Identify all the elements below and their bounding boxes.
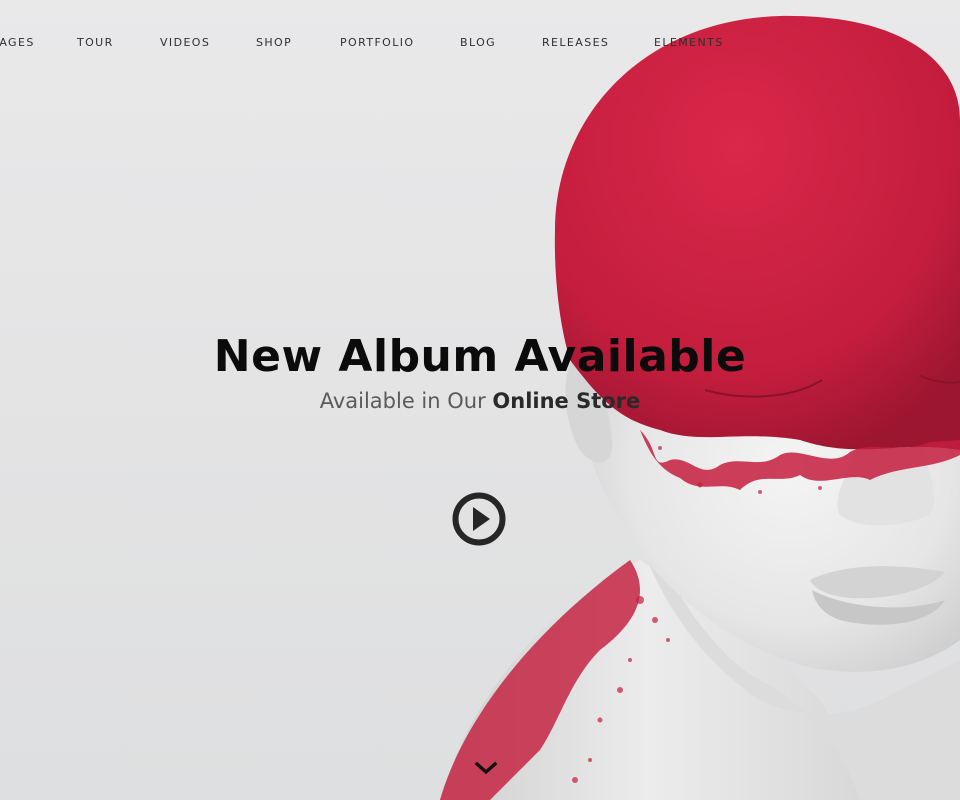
nav-item-videos[interactable]: VIDEOS xyxy=(160,36,210,49)
hero-subtitle-text: Available in Our xyxy=(319,389,486,413)
chevron-down-icon xyxy=(474,761,498,775)
nav-item-pages[interactable]: PAGES xyxy=(0,36,35,49)
play-video-button[interactable] xyxy=(451,491,507,547)
nav-item-releases[interactable]: RELEASES xyxy=(542,36,609,49)
nav-item-blog[interactable]: BLOG xyxy=(460,36,496,49)
play-circle-icon xyxy=(452,492,506,546)
nav-item-tour[interactable]: TOUR xyxy=(77,36,114,49)
scroll-down-button[interactable] xyxy=(474,760,498,776)
main-navigation: PAGES TOUR VIDEOS SHOP PORTFOLIO BLOG RE… xyxy=(0,36,960,52)
hero-title: New Album Available xyxy=(213,331,747,383)
online-store-link[interactable]: Online Store xyxy=(492,389,640,413)
nav-item-elements[interactable]: ELEMENTS xyxy=(654,36,724,49)
hero-section: PAGES TOUR VIDEOS SHOP PORTFOLIO BLOG RE… xyxy=(0,0,960,800)
hero-subtitle: Available in Our Online Store xyxy=(0,386,960,416)
nav-item-portfolio[interactable]: PORTFOLIO xyxy=(340,36,414,49)
nav-item-shop[interactable]: SHOP xyxy=(256,36,292,49)
